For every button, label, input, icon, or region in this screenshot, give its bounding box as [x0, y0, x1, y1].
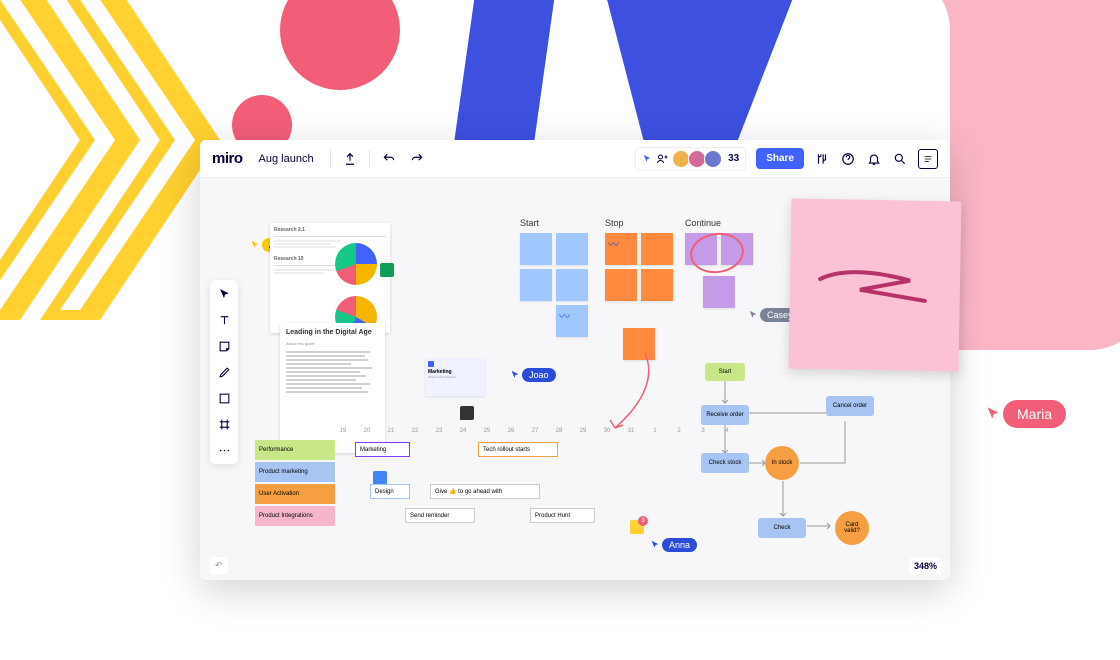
lane-product-integrations[interactable]: Product Integrations — [255, 506, 335, 526]
flow-check-stock[interactable]: Check stock — [701, 453, 749, 473]
cursor-maria: Maria — [985, 400, 1066, 428]
freehand-arrow[interactable] — [600, 348, 670, 438]
topbar: miro Aug launch 33 Share — [200, 140, 950, 178]
board-name[interactable]: Aug launch — [253, 149, 320, 169]
activity-icon[interactable] — [918, 149, 938, 169]
comment-icon[interactable] — [460, 406, 474, 420]
cursor-mode-icon — [642, 154, 652, 164]
sticky-note[interactable]: 〰 — [605, 233, 637, 265]
sticky-note[interactable] — [556, 269, 588, 301]
task-go-ahead[interactable]: Give 👍 to go ahead with — [430, 484, 540, 499]
miro-logo[interactable]: miro — [212, 150, 243, 167]
cursor-anna: Anna — [650, 538, 697, 552]
presence-indicator[interactable]: 33 — [635, 147, 746, 171]
retro-start-label: Start — [520, 218, 539, 228]
bg-pink-circle-large — [280, 0, 400, 90]
lane-user-activation[interactable]: User Activation — [255, 484, 335, 504]
sticky-note[interactable] — [641, 269, 673, 301]
sheets-badge-icon — [380, 263, 394, 277]
marketing-card[interactable]: Marketing Shared with Dropbox — [425, 358, 485, 396]
sticky-note[interactable] — [641, 233, 673, 265]
sticky-note[interactable] — [703, 276, 735, 308]
task-product-hunt[interactable]: Product Hunt — [530, 508, 595, 523]
add-collaborator-icon — [656, 153, 668, 165]
sticky-note[interactable] — [520, 269, 552, 301]
sticky-note[interactable] — [556, 233, 588, 265]
task-tech-rollout[interactable]: Tech rollout starts — [478, 442, 558, 457]
divider — [369, 150, 370, 168]
share-button[interactable]: Share — [756, 148, 804, 169]
settings-icon[interactable] — [814, 151, 830, 167]
docs-badge-icon — [373, 471, 387, 485]
flow-cancel-order[interactable]: Cancel order — [826, 396, 874, 416]
flow-in-stock[interactable]: In stock — [765, 446, 799, 480]
flow-receive-order[interactable]: Receive order — [701, 405, 749, 425]
cursor-label: Joao — [522, 368, 556, 382]
help-icon[interactable] — [840, 151, 856, 167]
comment-count-badge: 3 — [638, 516, 648, 526]
undo-icon[interactable] — [380, 150, 398, 168]
lane-performance[interactable]: Performance — [255, 440, 335, 460]
bg-blue-shape-1 — [453, 0, 557, 150]
retro-stop-label: Stop — [605, 218, 624, 228]
flow-start[interactable]: Start — [705, 363, 745, 381]
large-sticky-note[interactable] — [789, 199, 962, 372]
presence-count: 33 — [728, 153, 739, 164]
flow-card-valid[interactable]: Card valid? — [835, 511, 869, 545]
task-design[interactable]: Design — [370, 484, 410, 499]
cursor-label: Maria — [1003, 400, 1066, 428]
bg-blue-shape-2 — [580, 0, 800, 150]
avatar — [704, 150, 722, 168]
doc-section-title: Research 2.1 — [274, 227, 386, 233]
sticky-note[interactable]: 〰 — [556, 305, 588, 337]
sticky-note[interactable] — [520, 233, 552, 265]
lane-product-marketing[interactable]: Product marketing — [255, 462, 335, 482]
flow-check[interactable]: Check — [758, 518, 806, 538]
doc-title: Leading in the Digital Age — [286, 329, 379, 337]
redo-icon[interactable] — [408, 150, 426, 168]
task-marketing[interactable]: Marketing — [355, 442, 410, 457]
divider — [330, 150, 331, 168]
cursor-joao: Joao — [510, 368, 556, 382]
retro-continue-label: Continue — [685, 218, 721, 228]
pie-chart[interactable] — [335, 243, 377, 285]
zoom-level[interactable]: 348% — [909, 558, 942, 574]
history-icon[interactable]: ↶ — [210, 557, 228, 574]
export-icon[interactable] — [341, 150, 359, 168]
notifications-icon[interactable] — [866, 151, 882, 167]
task-send-reminder[interactable]: Send reminder — [405, 508, 475, 523]
search-icon[interactable] — [892, 151, 908, 167]
cursor-label: Anna — [662, 538, 697, 552]
timeline-dates: 192021222324252627282930311234 — [336, 428, 734, 434]
comment-icon[interactable]: 3 — [630, 520, 644, 534]
sticky-note[interactable] — [605, 269, 637, 301]
